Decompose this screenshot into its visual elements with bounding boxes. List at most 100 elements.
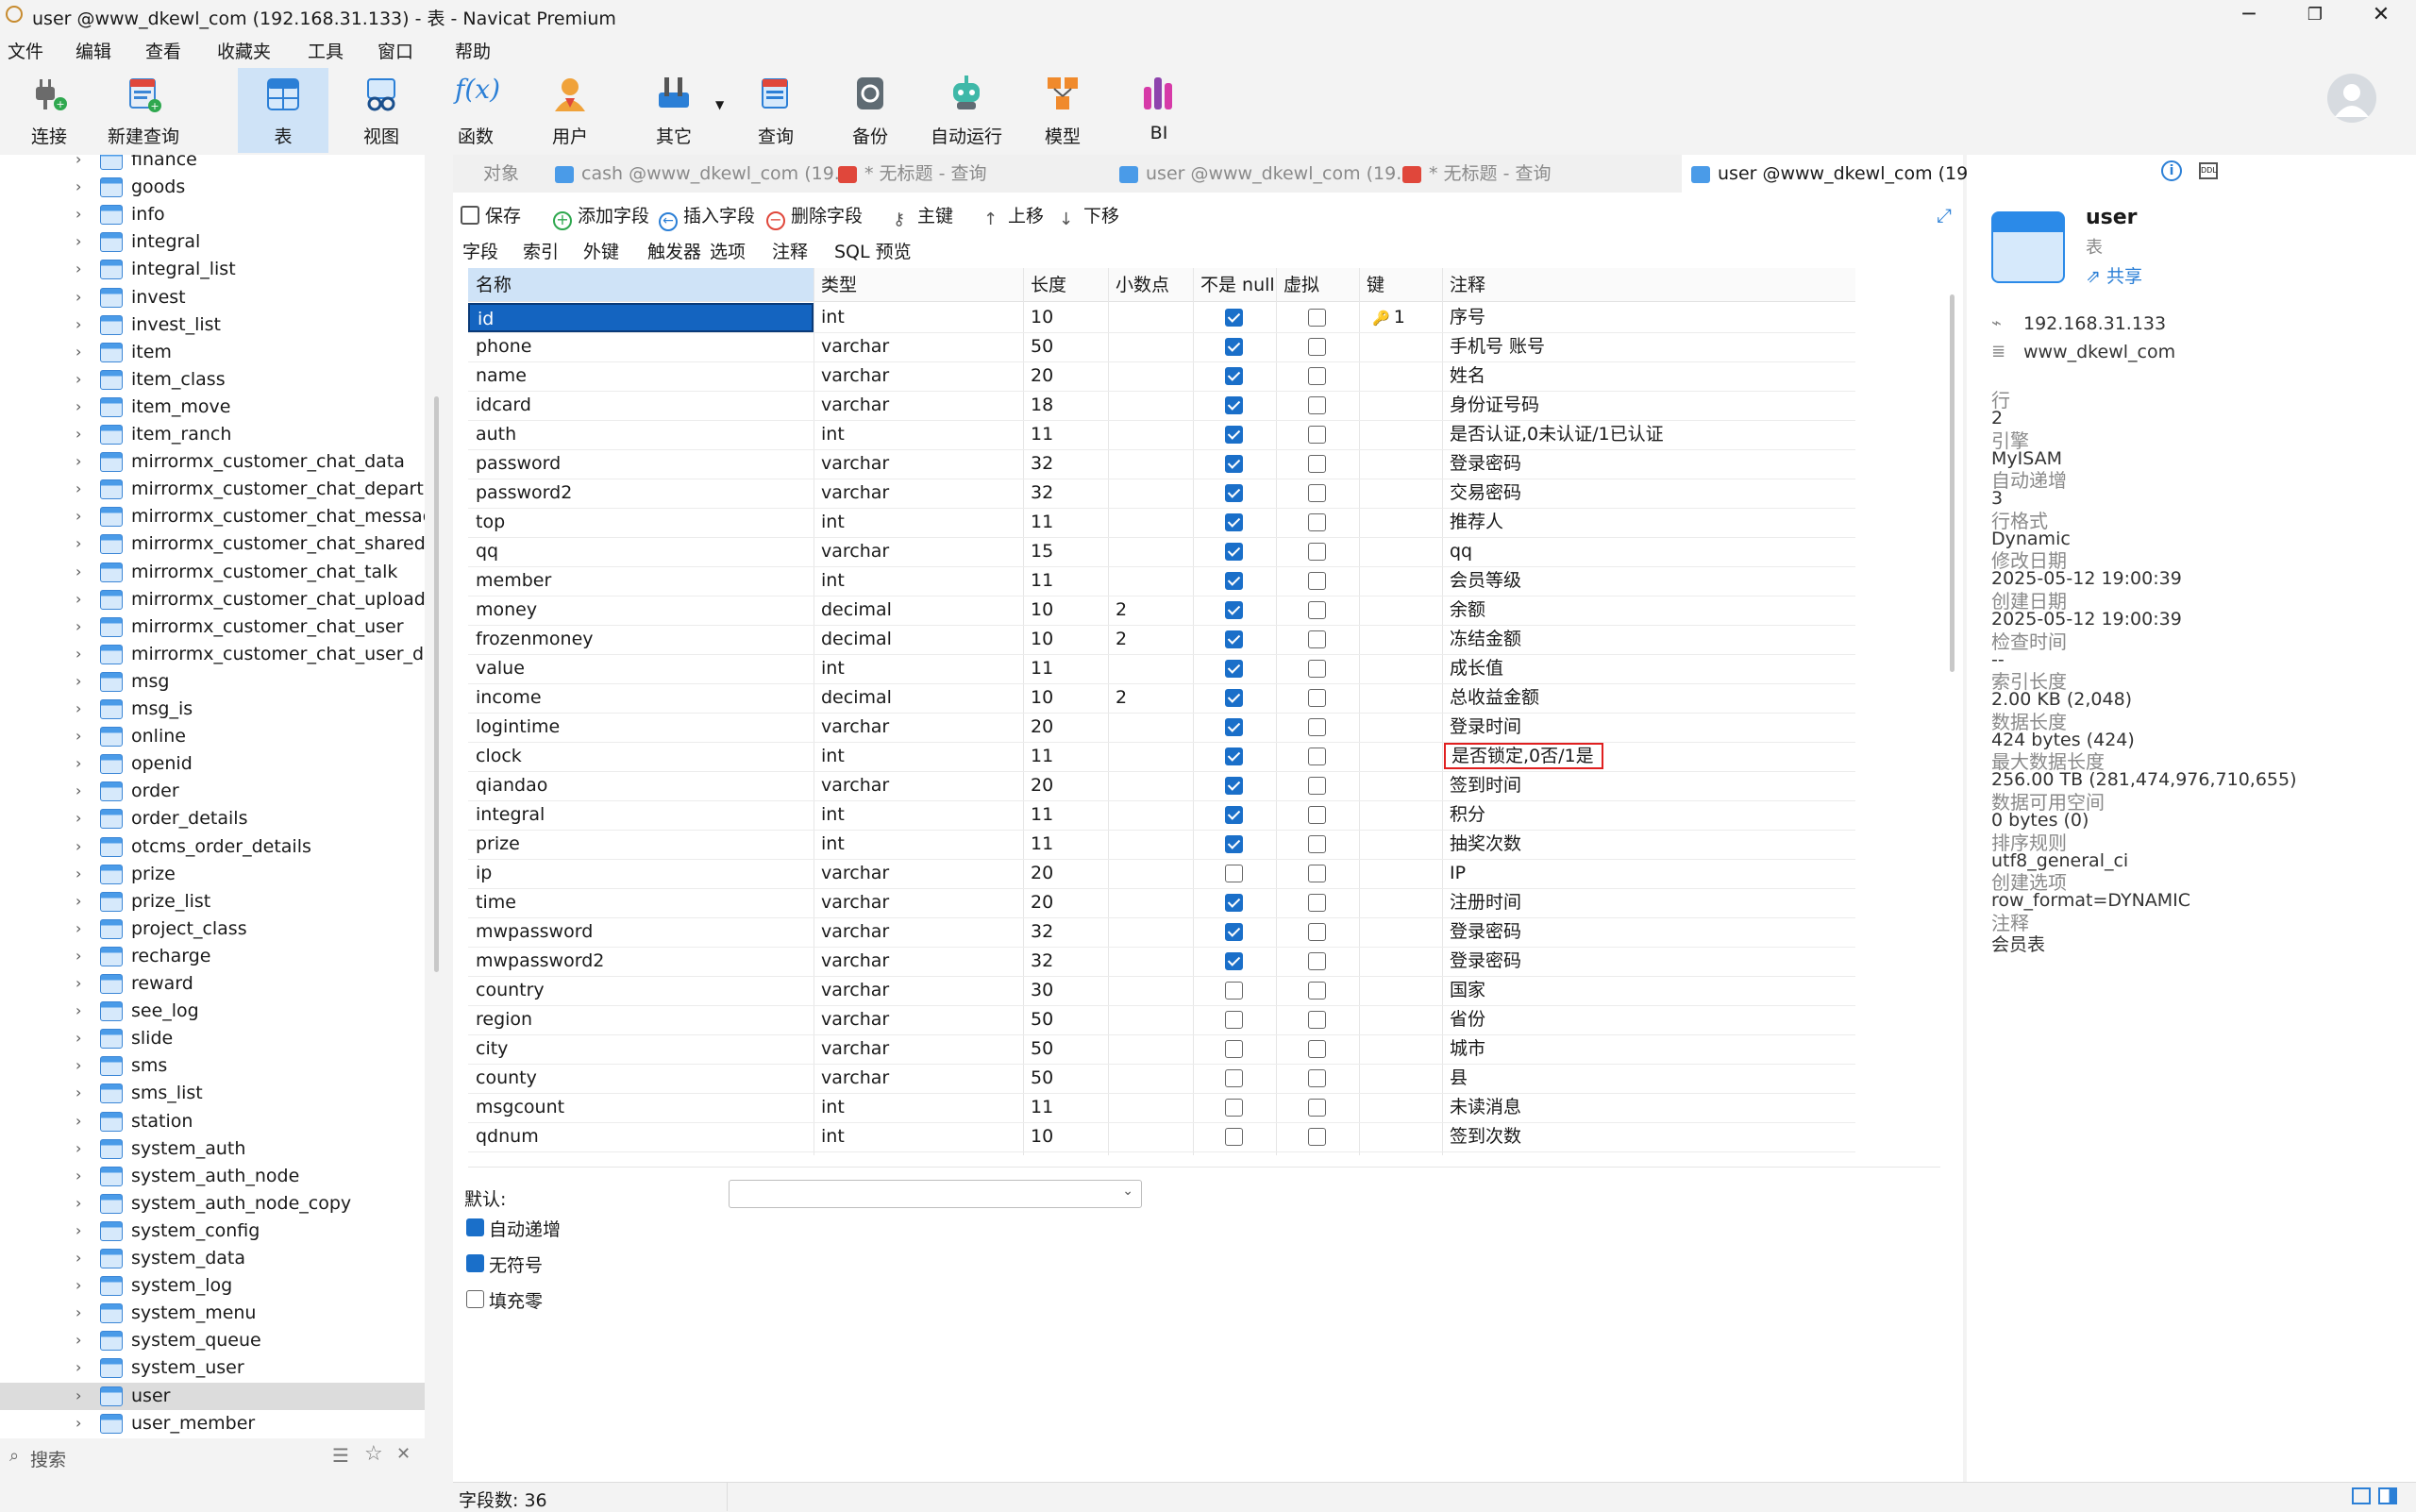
not-null-checkbox[interactable] — [1225, 543, 1243, 561]
column-header-comment[interactable]: 注释 — [1442, 268, 1855, 302]
field-row-phone[interactable]: phone varchar 50 手机号 账号 — [468, 332, 1855, 362]
not-null-cell[interactable] — [1193, 800, 1276, 830]
key-cell[interactable] — [1359, 917, 1442, 947]
key-cell[interactable] — [1359, 859, 1442, 888]
sidebar-item-prize[interactable]: › prize — [0, 861, 425, 888]
menu-favorites[interactable]: 收藏夹 — [217, 38, 271, 63]
chevron-right-icon[interactable]: › — [76, 232, 81, 250]
field-length-cell[interactable]: 20 — [1023, 859, 1108, 888]
sidebar-item-reward[interactable]: › reward — [0, 970, 425, 998]
subtab-indexes[interactable]: 索引 — [523, 238, 559, 263]
key-cell[interactable] — [1359, 976, 1442, 1005]
toolbar-new-query-button[interactable]: + 新建查询 — [98, 68, 189, 153]
field-type-cell[interactable]: decimal — [814, 625, 1023, 654]
field-row-top[interactable]: top int 11 推荐人 — [468, 508, 1855, 538]
field-comment-cell[interactable]: 冻结金额 — [1442, 625, 1855, 654]
field-type-cell[interactable]: varchar — [814, 1064, 1023, 1093]
field-decimals-cell[interactable] — [1108, 1122, 1193, 1151]
not-null-checkbox[interactable] — [1225, 1128, 1243, 1146]
virtual-cell[interactable] — [1276, 508, 1359, 537]
not-null-cell[interactable] — [1193, 888, 1276, 917]
field-row-qq[interactable]: qq varchar 15 qq — [468, 537, 1855, 567]
move-up-button[interactable]: ↑ 上移 — [983, 202, 1044, 229]
virtual-checkbox[interactable] — [1308, 484, 1326, 502]
not-null-checkbox[interactable] — [1225, 952, 1243, 970]
virtual-cell[interactable] — [1276, 391, 1359, 420]
field-row-logintime[interactable]: logintime varchar 20 登录时间 — [468, 713, 1855, 743]
virtual-cell[interactable] — [1276, 917, 1359, 947]
close-button[interactable]: ✕ — [2348, 0, 2414, 32]
not-null-cell[interactable] — [1193, 1034, 1276, 1064]
chevron-right-icon[interactable]: › — [76, 865, 81, 882]
sidebar-item-system_config[interactable]: › system_config — [0, 1218, 425, 1245]
field-row-county[interactable]: county varchar 50 县 — [468, 1064, 1855, 1094]
field-type-cell[interactable]: varchar — [814, 859, 1023, 888]
key-cell[interactable] — [1359, 508, 1442, 537]
not-null-cell[interactable] — [1193, 830, 1276, 859]
field-comment-cell[interactable]: 成长值 — [1442, 654, 1855, 683]
field-decimals-cell[interactable] — [1108, 742, 1193, 771]
field-name-cell[interactable]: qdnum — [468, 1122, 814, 1151]
favorite-star-icon[interactable]: ☆ — [364, 1442, 383, 1466]
field-type-cell[interactable]: int — [814, 830, 1023, 859]
field-name-cell[interactable]: member — [468, 566, 814, 596]
field-decimals-cell[interactable] — [1108, 947, 1193, 976]
virtual-cell[interactable] — [1276, 800, 1359, 830]
field-comment-cell[interactable]: 身份证号码 — [1442, 391, 1855, 420]
virtual-cell[interactable] — [1276, 976, 1359, 1005]
field-decimals-cell[interactable] — [1108, 1064, 1193, 1093]
delete-field-button[interactable]: − 删除字段 — [766, 202, 863, 230]
not-null-cell[interactable] — [1193, 713, 1276, 742]
column-header-virtual[interactable]: 虚拟 — [1276, 268, 1359, 302]
toolbar-backup-button[interactable]: 备份 — [825, 68, 915, 153]
not-null-cell[interactable] — [1193, 771, 1276, 800]
virtual-cell[interactable] — [1276, 742, 1359, 771]
field-type-cell[interactable]: int — [814, 420, 1023, 449]
insert-field-button[interactable]: ← 插入字段 — [659, 202, 755, 231]
field-length-cell[interactable]: 11 — [1023, 800, 1108, 830]
field-row-qdnum[interactable]: qdnum int 10 签到次数 — [468, 1122, 1855, 1152]
maximize-button[interactable]: ❐ — [2282, 0, 2348, 32]
virtual-checkbox[interactable] — [1308, 1011, 1326, 1029]
key-cell[interactable] — [1359, 1034, 1442, 1064]
key-cell[interactable]: 🔑 1 — [1359, 303, 1442, 332]
not-null-cell[interactable] — [1193, 859, 1276, 888]
not-null-cell[interactable] — [1193, 391, 1276, 420]
sidebar-item-openid[interactable]: › openid — [0, 750, 425, 778]
menu-tools[interactable]: 工具 — [308, 38, 344, 63]
field-name-cell[interactable]: time — [468, 888, 814, 917]
chevron-right-icon[interactable]: › — [76, 315, 81, 333]
key-cell[interactable] — [1359, 947, 1442, 976]
field-comment-cell[interactable]: 国家 — [1442, 976, 1855, 1005]
field-name-cell[interactable]: qiandao — [468, 771, 814, 800]
field-name-cell[interactable]: money — [468, 596, 814, 625]
field-row-qiandao[interactable]: qiandao varchar 20 签到时间 — [468, 771, 1855, 801]
sidebar-item-item_ranch[interactable]: › item_ranch — [0, 421, 425, 448]
sidebar-item-integral[interactable]: › integral — [0, 228, 425, 256]
field-comment-cell[interactable]: 积分 — [1442, 800, 1855, 830]
virtual-cell[interactable] — [1276, 449, 1359, 479]
field-decimals-cell[interactable]: 2 — [1108, 625, 1193, 654]
field-name-cell[interactable]: county — [468, 1064, 814, 1093]
field-row-msgcount[interactable]: msgcount int 11 未读消息 — [468, 1093, 1855, 1123]
field-comment-cell[interactable]: 注册时间 — [1442, 888, 1855, 917]
field-type-cell[interactable]: varchar — [814, 361, 1023, 391]
sidebar-item-see_log[interactable]: › see_log — [0, 998, 425, 1025]
field-decimals-cell[interactable] — [1108, 830, 1193, 859]
field-comment-cell[interactable]: 县 — [1442, 1064, 1855, 1093]
field-name-cell[interactable]: logintime — [468, 713, 814, 742]
field-decimals-cell[interactable] — [1108, 391, 1193, 420]
field-type-cell[interactable]: varchar — [814, 537, 1023, 566]
virtual-cell[interactable] — [1276, 654, 1359, 683]
sidebar-item-msg[interactable]: › msg — [0, 668, 425, 696]
key-cell[interactable] — [1359, 654, 1442, 683]
not-null-checkbox[interactable] — [1225, 982, 1243, 1000]
field-length-cell[interactable]: 15 — [1023, 537, 1108, 566]
other-dropdown-icon[interactable]: ▼ — [715, 98, 724, 111]
chevron-right-icon[interactable]: › — [76, 590, 81, 608]
sidebar-item-user_member[interactable]: › user_member — [0, 1410, 425, 1437]
not-null-checkbox[interactable] — [1225, 367, 1243, 385]
grid-scrollbar[interactable] — [1950, 294, 1955, 672]
virtual-checkbox[interactable] — [1308, 1040, 1326, 1058]
virtual-checkbox[interactable] — [1308, 952, 1326, 970]
